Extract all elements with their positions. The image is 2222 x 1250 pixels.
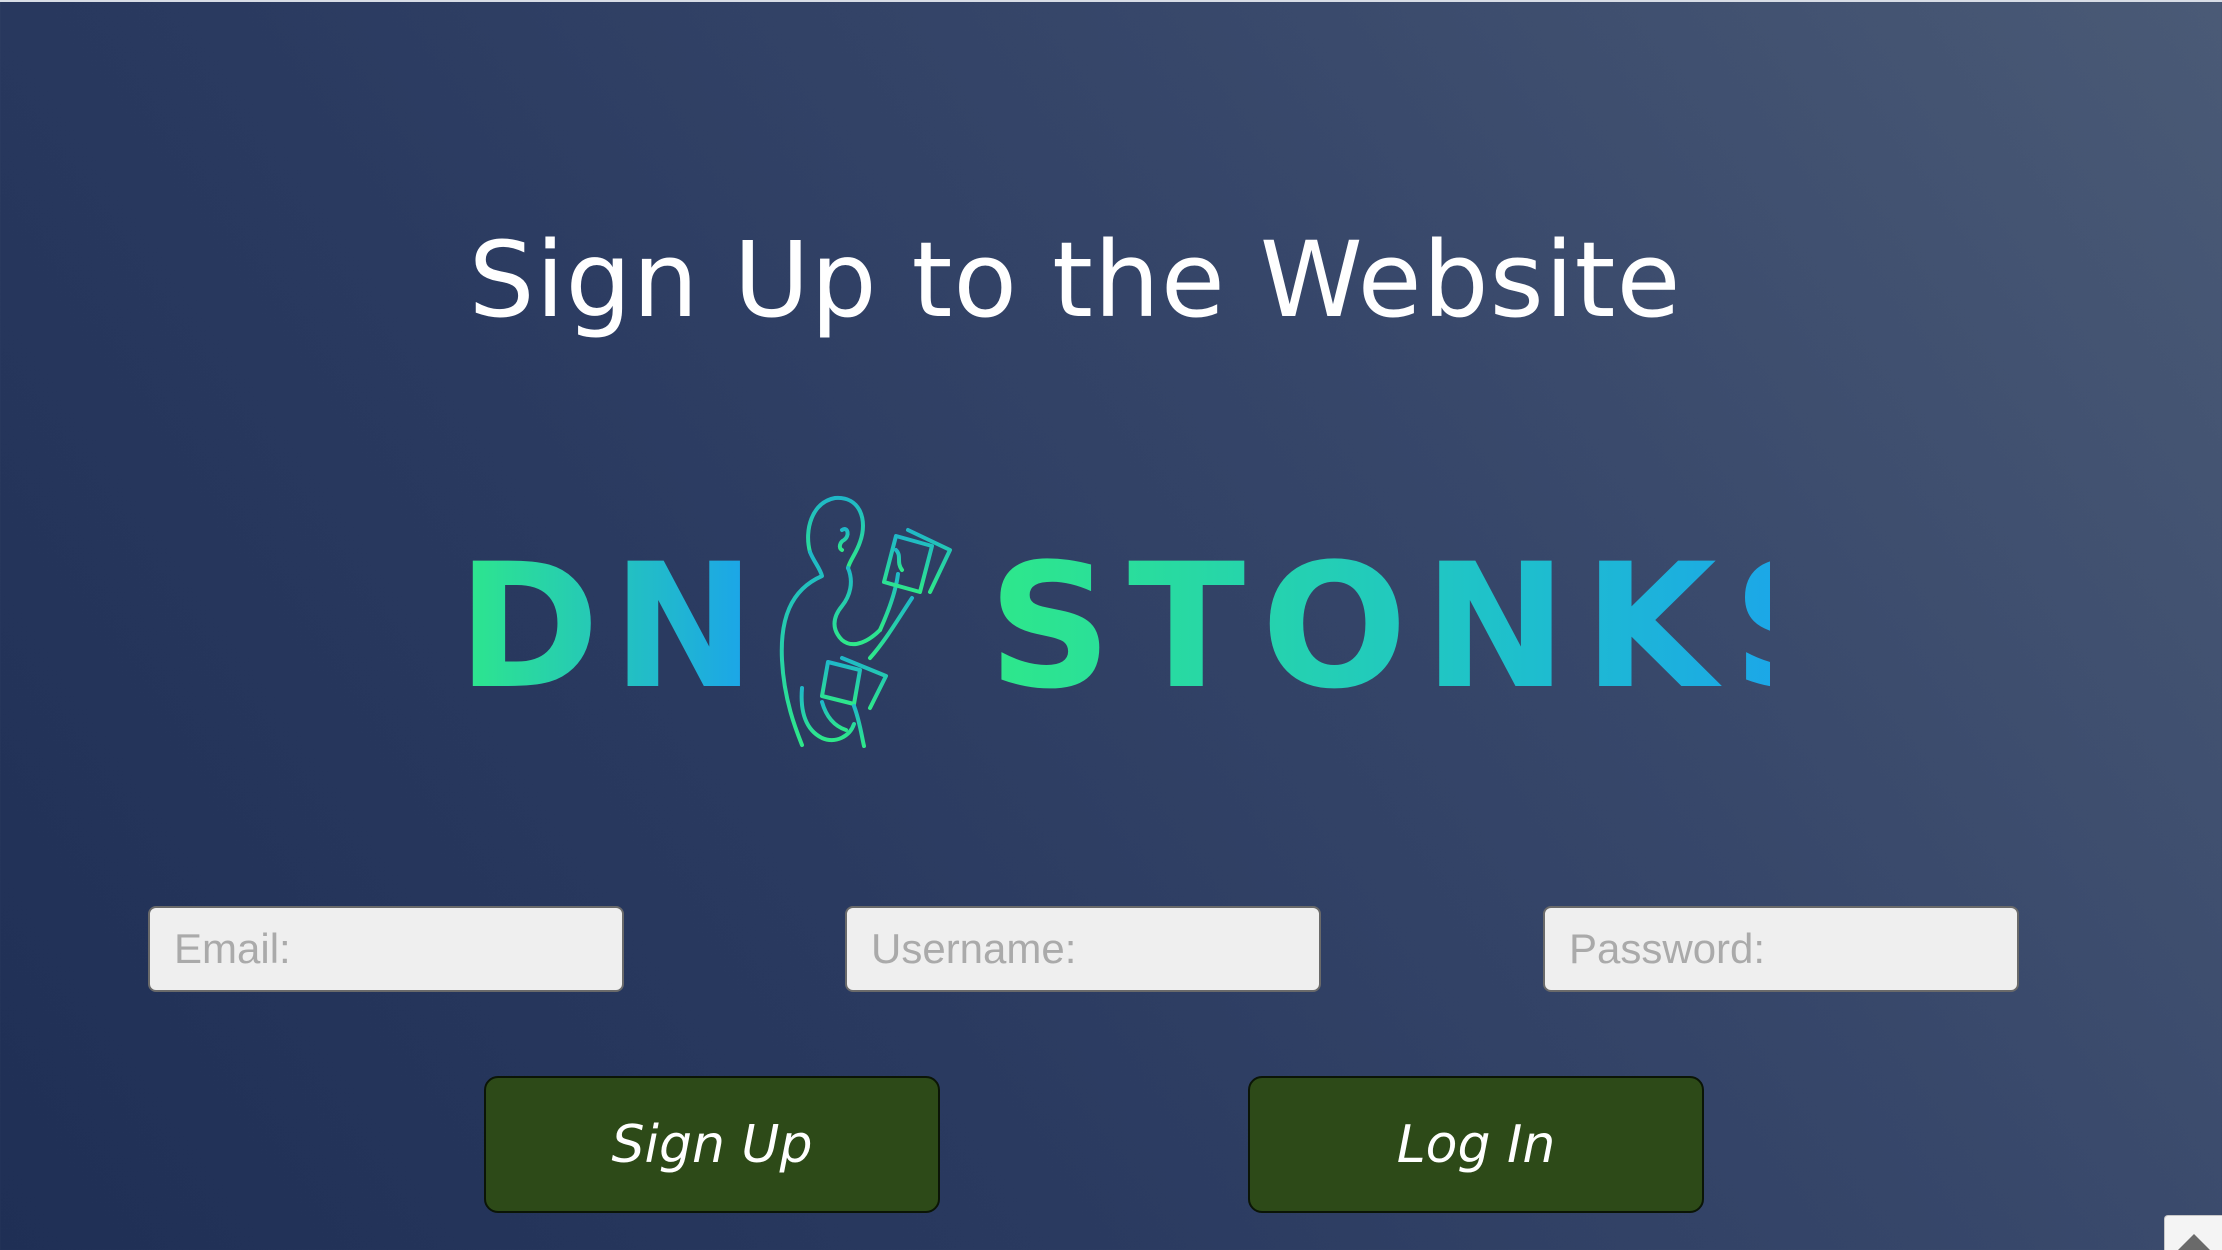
person-holding-cards-icon (779, 495, 952, 748)
username-field[interactable] (845, 906, 1321, 992)
password-field[interactable] (1543, 906, 2019, 992)
logo-text-dn: DN (457, 526, 768, 727)
arrow-up-icon (2177, 1234, 2211, 1250)
sign-up-button[interactable]: Sign Up (484, 1076, 940, 1213)
logo-text-stonks: STONKS (988, 526, 1770, 727)
scroll-to-top-button[interactable] (2164, 1215, 2222, 1250)
log-in-label: Log In (1396, 1114, 1556, 1175)
log-in-button[interactable]: Log In (1248, 1076, 1704, 1213)
email-field[interactable] (148, 906, 624, 992)
sign-up-label: Sign Up (611, 1114, 813, 1175)
window-top-border (0, 0, 2222, 2)
page-title: Sign Up to the Website (468, 218, 1682, 341)
dn-stonks-logo: DN STONKS (457, 495, 1770, 748)
